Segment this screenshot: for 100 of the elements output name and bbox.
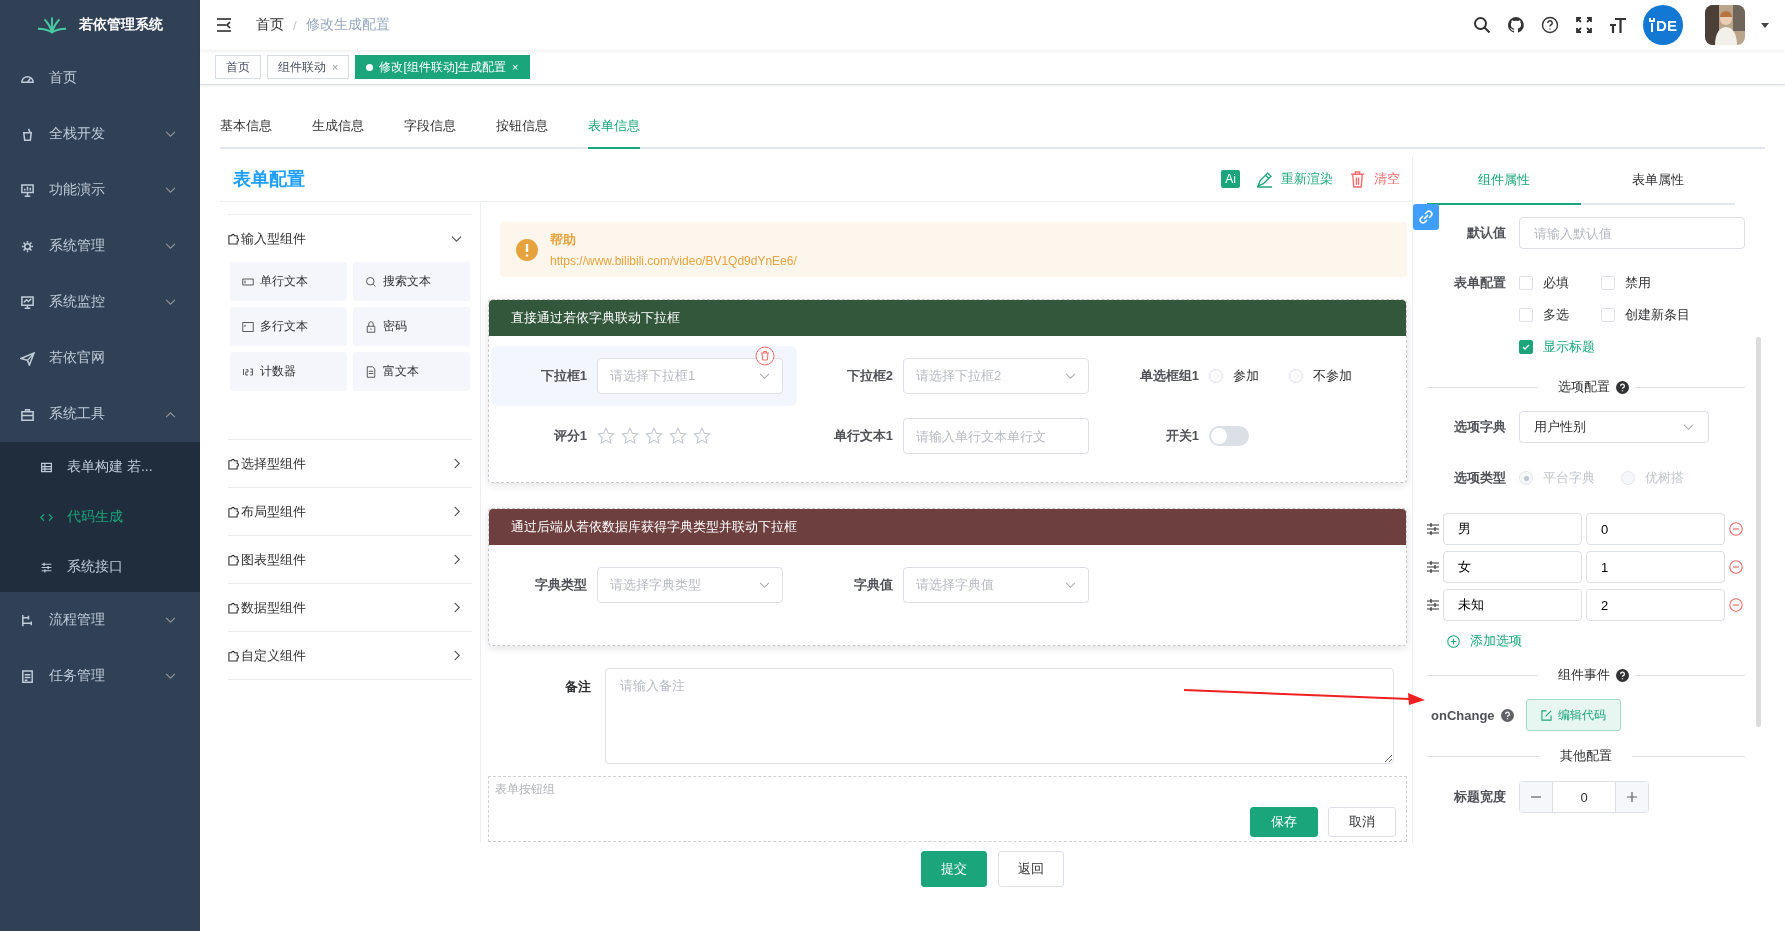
component-item[interactable]: 计数器 (230, 352, 347, 391)
chevron-icon (451, 506, 462, 517)
star-icon[interactable] (645, 427, 663, 445)
menu-icon[interactable] (216, 18, 232, 32)
ide-badge[interactable]: DE (1643, 5, 1683, 45)
tab[interactable]: 按钮信息 (496, 105, 548, 147)
sliders-icon (40, 560, 53, 574)
puzzle-icon (228, 649, 239, 662)
form-item[interactable]: 下拉框1 请选择下拉框1 (491, 346, 797, 406)
tab[interactable]: 字段信息 (404, 105, 456, 147)
github-icon[interactable] (1507, 16, 1525, 34)
checkbox[interactable]: 禁用 (1601, 267, 1721, 299)
option-value-field[interactable]: 0 (1586, 513, 1725, 545)
menu-item[interactable]: 系统管理 (0, 218, 200, 274)
collapse-header[interactable]: 自定义组件 (228, 632, 472, 679)
plus-icon[interactable] (1626, 791, 1638, 803)
collapse-header[interactable]: 选择型组件 (228, 440, 472, 487)
menu-item[interactable]: 系统工具 (0, 386, 200, 442)
help-icon[interactable] (1500, 708, 1514, 722)
help-icon[interactable] (1615, 668, 1629, 682)
alert-title: 帮助 (550, 231, 577, 249)
text-field[interactable]: 请输入单行文本单行文 (903, 418, 1089, 454)
remove-icon[interactable] (1729, 560, 1743, 574)
number-field[interactable]: 0 (1519, 781, 1649, 813)
collapse-header[interactable]: 数据型组件 (228, 584, 472, 631)
component-item[interactable]: 多行文本 (230, 307, 347, 346)
cancel-button[interactable]: 取消 (1328, 807, 1396, 837)
star-icon[interactable] (597, 427, 615, 445)
textarea-field[interactable]: 请输入备注 (605, 668, 1394, 764)
help-icon[interactable] (1541, 16, 1559, 34)
menu-item[interactable]: 系统监控 (0, 274, 200, 330)
search-icon[interactable] (1473, 16, 1491, 34)
component-item[interactable]: 搜索文本 (353, 262, 470, 301)
logo-icon (37, 15, 67, 35)
puzzle-icon (228, 553, 239, 566)
radio-option[interactable]: 参加 (1209, 367, 1259, 385)
tag[interactable]: 组件联动 × (267, 55, 350, 79)
option-value-field[interactable]: 2 (1586, 589, 1725, 621)
caret-icon[interactable] (1761, 22, 1769, 28)
breadcrumb-separator: / (293, 17, 297, 33)
component-item[interactable]: 密码 (353, 307, 470, 346)
star-icon[interactable] (669, 427, 687, 445)
link-icon[interactable] (1413, 204, 1439, 230)
form-item[interactable]: 单选框组1 参加 不参加 (1103, 346, 1406, 406)
drag-handle-icon[interactable] (1427, 561, 1439, 573)
font-size-icon[interactable] (1609, 16, 1627, 34)
option-label-field[interactable]: 女 (1443, 551, 1582, 583)
remove-icon[interactable] (1729, 598, 1743, 612)
chevron-icon (451, 233, 462, 244)
collapse-header[interactable]: 图表型组件 (228, 536, 472, 583)
drag-handle-icon[interactable] (1427, 599, 1439, 611)
form-item[interactable]: 字典类型 请选择字典类型 (491, 555, 797, 615)
collapse-header[interactable]: 布局型组件 (228, 488, 472, 535)
field-label: 选项类型 (1453, 469, 1506, 487)
menu-item[interactable]: 流程管理 (0, 592, 200, 648)
help-icon[interactable] (1615, 380, 1629, 394)
chevron-icon (1065, 581, 1076, 589)
back-button[interactable]: 返回 (998, 851, 1064, 887)
form-item[interactable]: 评分1 (491, 406, 797, 466)
option-value-field[interactable]: 1 (1586, 551, 1725, 583)
menu-item[interactable]: 任务管理 (0, 648, 200, 704)
option-label-field[interactable]: 男 (1443, 513, 1582, 545)
breadcrumb-item[interactable]: 首页 (256, 16, 284, 34)
submenu-item[interactable]: 代码生成 (0, 492, 200, 542)
field-label: 开关1 (1164, 427, 1199, 445)
drag-handle-icon[interactable] (1427, 523, 1439, 535)
text-field[interactable]: 请输入默认值 (1519, 217, 1745, 249)
select-field[interactable]: 用户性别 (1519, 411, 1709, 443)
chevron-icon (1065, 372, 1076, 380)
card-header: 通过后端从若依数据库获得字典类型并联动下拉框 (489, 509, 1406, 545)
option-label-field[interactable]: 未知 (1443, 589, 1582, 621)
menu-item[interactable]: 首页 (0, 50, 200, 106)
remove-icon[interactable] (1729, 522, 1743, 536)
fullscreen-icon[interactable] (1575, 16, 1593, 34)
checkbox[interactable]: 创建新条目 (1601, 299, 1721, 331)
submenu-item[interactable]: 表单构建 若... (0, 442, 200, 492)
component-item[interactable]: 单行文本 (230, 262, 347, 301)
star-icon[interactable] (693, 427, 711, 445)
component-item[interactable]: 富文本 (353, 352, 470, 391)
menu-item[interactable]: 功能演示 (0, 162, 200, 218)
star-icon[interactable] (621, 427, 639, 445)
checkbox[interactable]: 多选 (1519, 299, 1601, 331)
chevron-icon (1683, 423, 1694, 431)
form-item[interactable]: 下拉框2 请选择下拉框2 (797, 346, 1103, 406)
radio-option[interactable]: 不参加 (1289, 367, 1352, 385)
tab[interactable]: 基本信息 (220, 105, 272, 147)
tag[interactable]: 首页 (215, 55, 261, 79)
tab[interactable]: 表单属性 (1581, 157, 1735, 203)
menu-item[interactable]: 若依官网 (0, 330, 200, 386)
menu-item[interactable]: 全栈开发 (0, 106, 200, 162)
scrollbar[interactable] (1756, 337, 1761, 727)
tab[interactable]: 生成信息 (312, 105, 364, 147)
checkbox[interactable]: 必填 (1519, 267, 1601, 299)
submenu-item[interactable]: 系统接口 (0, 542, 200, 592)
form-item[interactable]: 单行文本1 请输入单行文本单行文 (797, 406, 1103, 466)
collapse-header[interactable]: 输入型组件 (228, 215, 472, 262)
form-item[interactable]: 开关1 (1103, 406, 1406, 466)
toolbox-icon (20, 406, 35, 422)
toggle-switch[interactable] (1209, 426, 1249, 446)
form-item[interactable]: 字典值 请选择字典值 (797, 555, 1103, 615)
